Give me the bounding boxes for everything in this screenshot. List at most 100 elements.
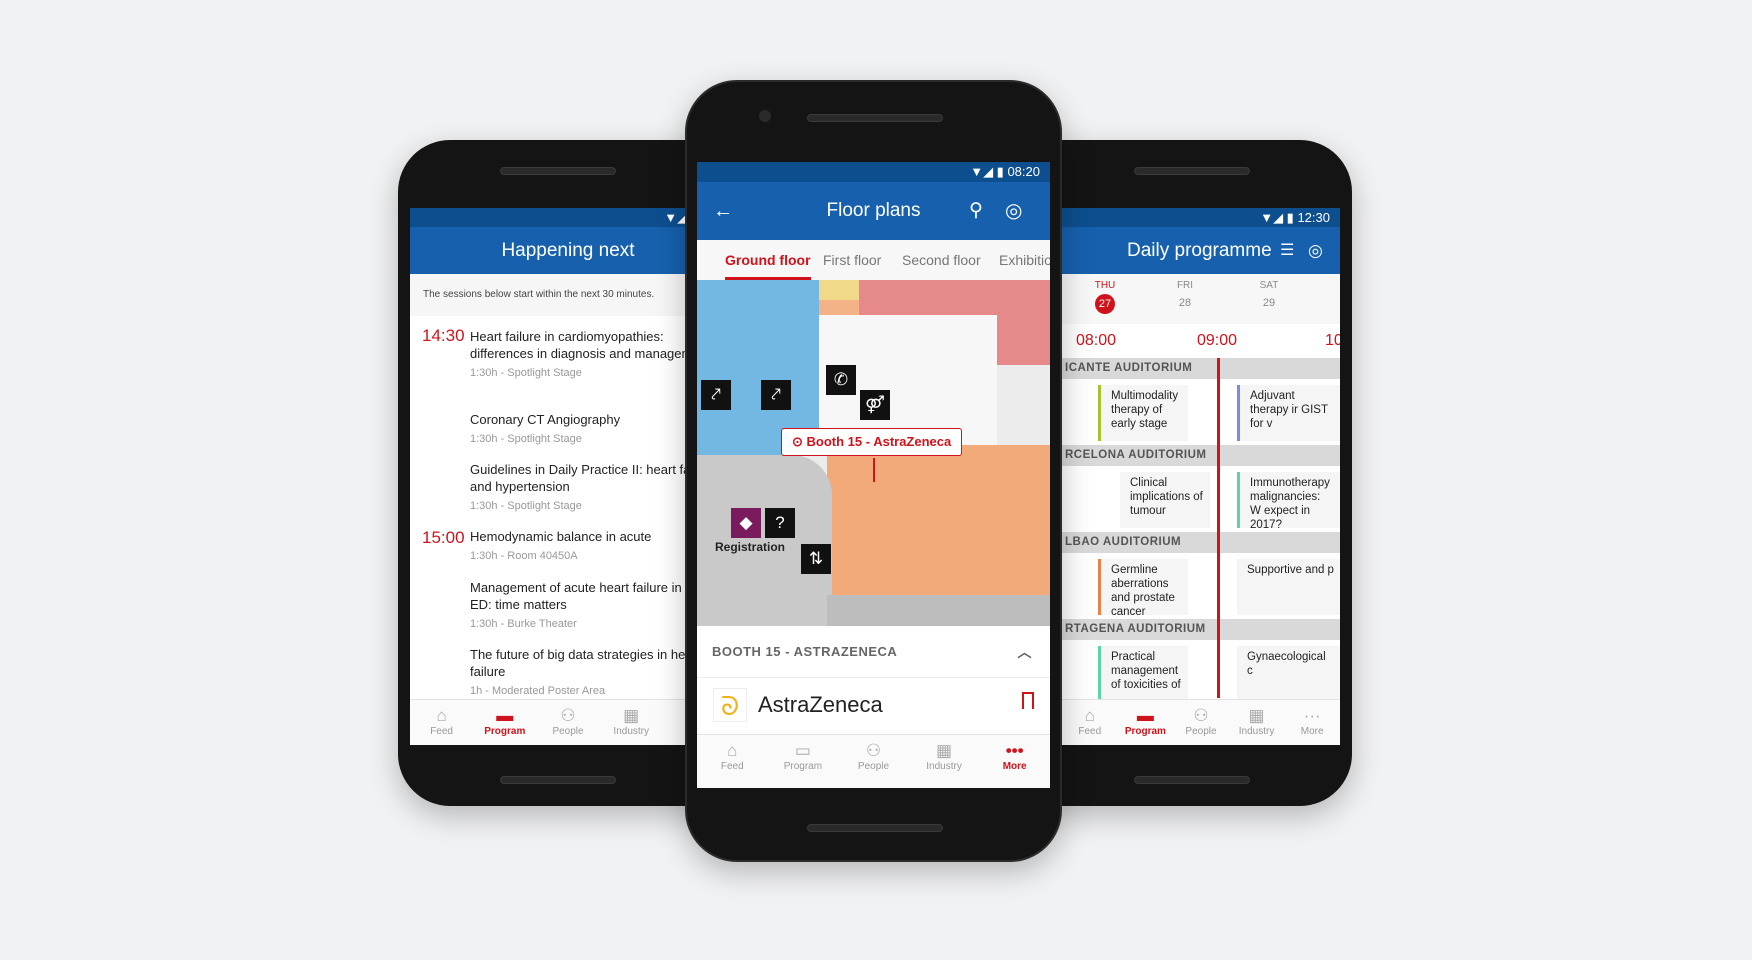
nav-feed[interactable]: ⌂ Feed	[1062, 700, 1118, 745]
current-time-line	[1217, 358, 1220, 698]
nav-industry[interactable]: ▦ Industry	[600, 700, 663, 745]
map-wall	[827, 595, 1050, 626]
booth-panel-header[interactable]: BOOTH 15 - ASTRAZENECA ︿	[697, 626, 1050, 678]
day-selector: THU 27 FRI 28 SAT 29	[1062, 274, 1340, 324]
floor-map[interactable]: ⤤ ⤤ ✆ ⚤ ◆ ? ⇅ Registration ⊙ Booth 15 - …	[697, 280, 1050, 626]
nav-more[interactable]: ··· More	[1284, 700, 1340, 745]
home-icon: ⌂	[436, 706, 447, 725]
tab-ground-floor[interactable]: Ground floor	[725, 240, 811, 280]
session-title: Coronary CT Angiography	[470, 412, 621, 427]
session-item[interactable]: Guidelines in Daily Practice II: heart f…	[470, 461, 718, 515]
nav-more[interactable]: ••• More	[979, 735, 1050, 788]
session-card[interactable]: Germline aberrations and prostate cancer	[1098, 559, 1188, 618]
calendar-icon: ▬	[1136, 706, 1154, 725]
session-card[interactable]: Immunotherapy malignancies: W expect in …	[1237, 472, 1340, 531]
booth-title: BOOTH 15 - ASTRAZENECA	[712, 644, 898, 659]
exhibitor-row[interactable]: ᘐ AstraZeneca	[697, 678, 1050, 734]
filter-icon[interactable]: ☰	[1280, 227, 1294, 274]
bookmark-icon[interactable]	[1022, 692, 1034, 709]
session-title: Heart failure in cardiomyopathies: diffe…	[470, 329, 711, 361]
ticket-icon: ◆	[731, 508, 761, 538]
day-fri[interactable]: FRI 28	[1172, 280, 1198, 309]
happening-next-screen: ▼◢ ▮ 08 Happening next The sessions belo…	[410, 208, 726, 745]
session-item[interactable]: Heart failure in cardiomyopathies: diffe…	[470, 328, 718, 382]
session-title: Hemodynamic balance in acute	[470, 529, 652, 544]
callout-label: Booth 15 - AstraZeneca	[806, 434, 952, 449]
session-item[interactable]: Management of acute heart failure in the…	[470, 579, 718, 633]
exhibitor-name: AstraZeneca	[758, 692, 883, 717]
nav-feed[interactable]: ⌂ Feed	[697, 735, 768, 788]
people-icon: ⚇	[1193, 706, 1209, 725]
session-title: Guidelines in Daily Practice II: heart f…	[470, 462, 715, 494]
nav-industry[interactable]: ▦ Industry	[1229, 700, 1285, 745]
nav-program[interactable]: ▬ Program	[473, 700, 536, 745]
nav-people[interactable]: ⚇ People	[1173, 700, 1229, 745]
session-meta: 1:30h - Spotlight Stage	[470, 500, 582, 512]
speaker	[1134, 776, 1250, 784]
home-icon: ⌂	[727, 741, 738, 760]
booth-callout[interactable]: ⊙ Booth 15 - AstraZeneca	[781, 428, 963, 456]
session-meta: 1:30h - Room 40450A	[470, 550, 578, 562]
map-zone-yellow	[819, 280, 859, 300]
session-card[interactable]: Multimodality therapy of early stage	[1098, 385, 1188, 441]
home-icon: ⌂	[1084, 706, 1095, 725]
session-item[interactable]: Hemodynamic balance in acute 1:30h - Room…	[470, 528, 718, 565]
session-card[interactable]: Adjuvant therapy ir GIST for v	[1237, 385, 1340, 441]
center-phone: ▼◢ ▮ 08:20 ← Floor plans ⚲ ◎ Ground floo…	[685, 80, 1062, 862]
map-zone-exhibition	[827, 445, 1050, 595]
tab-second-floor[interactable]: Second floor	[902, 240, 981, 280]
session-item[interactable]: Coronary CT Angiography 1:30h - Spotlight…	[470, 411, 718, 448]
floor-tabs: Ground floor First floor Second floor Ex…	[697, 240, 1050, 280]
day-sat[interactable]: SAT 29	[1256, 280, 1282, 309]
nav-label: People	[1185, 726, 1217, 737]
nav-program[interactable]: ▭ Program	[768, 735, 839, 788]
callout-pointer	[873, 458, 875, 482]
session-item[interactable]: The future of big data strategies in hea…	[470, 646, 718, 700]
chevron-up-icon[interactable]: ︿	[1018, 626, 1033, 678]
nav-label: Feed	[430, 726, 453, 737]
escalator-icon: ⤤	[701, 380, 731, 410]
page-title: Floor plans	[826, 200, 921, 221]
camera	[759, 110, 771, 122]
info-icon: ?	[765, 508, 795, 538]
back-arrow-icon[interactable]: ←	[713, 182, 733, 240]
info-note: The sessions below start within the next…	[410, 274, 726, 316]
nav-people[interactable]: ⚇ People	[838, 735, 909, 788]
session-card[interactable]: Gynaecological c	[1237, 646, 1340, 702]
time-label: 14:30	[422, 326, 465, 345]
nav-program[interactable]: ▬ Program	[1118, 700, 1174, 745]
nav-industry[interactable]: ▦ Industry	[909, 735, 980, 788]
session-title: Supportive and p	[1247, 564, 1334, 576]
tab-first-floor[interactable]: First floor	[823, 240, 881, 280]
session-title: Adjuvant therapy ir GIST for v	[1250, 390, 1328, 430]
nav-label: Industry	[1238, 726, 1275, 737]
speaker	[500, 776, 616, 784]
floor-plans-screen: ▼◢ ▮ 08:20 ← Floor plans ⚲ ◎ Ground floo…	[697, 162, 1050, 788]
building-icon: ▦	[936, 741, 953, 760]
nav-feed[interactable]: ⌂ Feed	[410, 700, 473, 745]
page-title: Daily programme	[1127, 240, 1272, 261]
nav-label: People	[552, 726, 584, 737]
restroom-icon: ⚤	[860, 390, 890, 420]
session-title: The future of big data strategies in hea…	[470, 647, 701, 679]
time-tick: 08:00	[1076, 332, 1117, 349]
nav-people[interactable]: ⚇ People	[536, 700, 599, 745]
day-thu[interactable]: THU 27	[1092, 280, 1118, 314]
session-card[interactable]: Clinical implications of tumour	[1120, 472, 1210, 528]
phone-icon: ✆	[826, 365, 856, 395]
app-header: ← Floor plans ⚲ ◎	[697, 182, 1050, 240]
search-icon[interactable]: ⚲	[969, 182, 983, 240]
nav-label: Feed	[1078, 726, 1102, 737]
day-number: 27	[1095, 294, 1115, 314]
registration-label: Registration	[715, 540, 786, 554]
session-card[interactable]: Supportive and p	[1237, 559, 1340, 615]
tab-exhibition[interactable]: Exhibitio	[999, 240, 1050, 280]
app-header: Daily programme ☰ ◎	[1062, 227, 1340, 274]
bottom-nav: ⌂Feed ▬Program ⚇People ▦Industry ···Mo	[410, 699, 726, 745]
profile-icon[interactable]: ◎	[1005, 182, 1022, 240]
nav-label: Feed	[720, 761, 744, 772]
session-card[interactable]: Practical management of toxicities of	[1098, 646, 1188, 702]
astrazeneca-logo: ᘐ	[713, 688, 747, 722]
speaker	[807, 824, 943, 832]
profile-icon[interactable]: ◎	[1308, 227, 1323, 274]
